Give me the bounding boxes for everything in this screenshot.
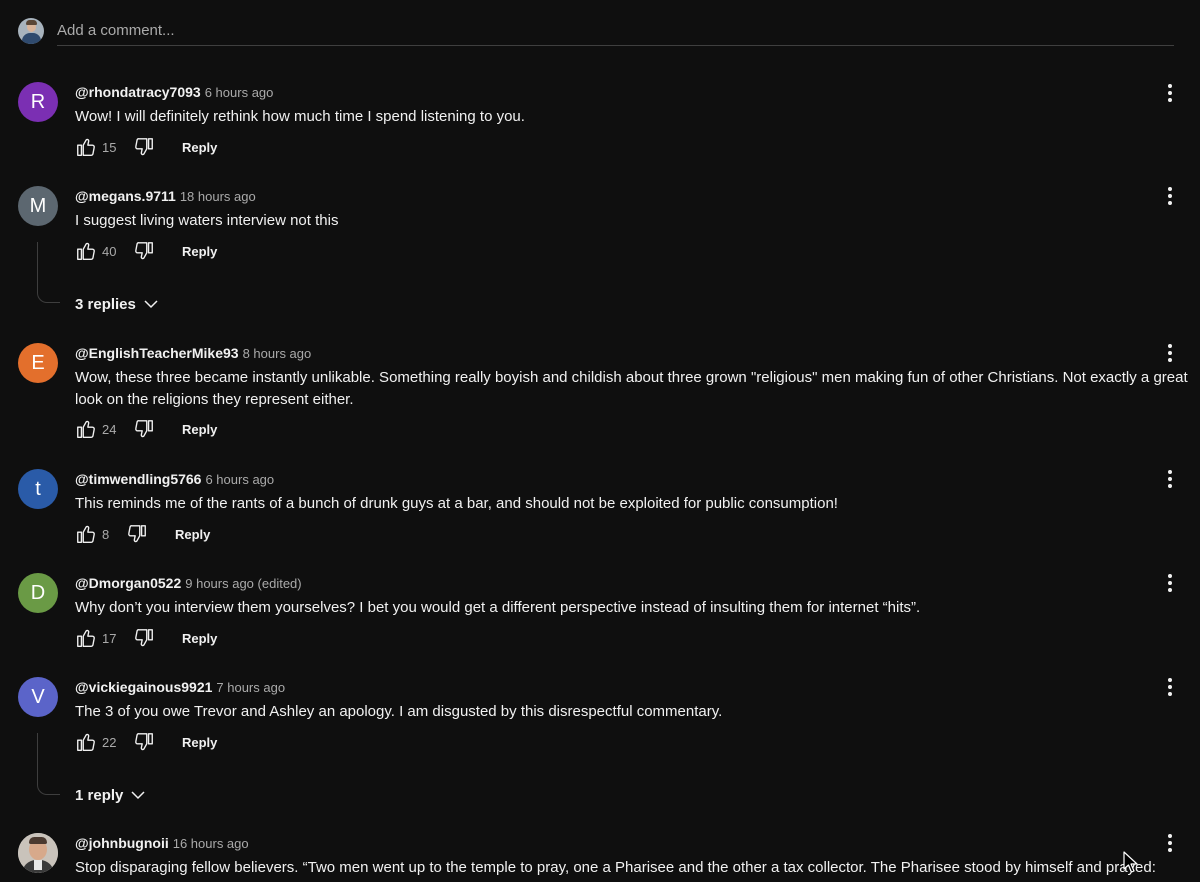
like-button[interactable] — [75, 136, 99, 160]
like-button[interactable] — [75, 240, 99, 264]
like-button[interactable] — [75, 418, 99, 442]
thumbs-down-icon — [135, 732, 153, 750]
thumbs-up-icon — [77, 420, 95, 438]
reply-button[interactable]: Reply — [182, 139, 217, 157]
replies-count-label: 3 replies — [75, 296, 136, 313]
dislike-button[interactable] — [133, 136, 157, 160]
reply-button[interactable]: Reply — [182, 630, 217, 648]
thumbs-down-icon — [128, 524, 146, 542]
comment-time[interactable]: 16 hours ago — [173, 836, 249, 851]
reply-button[interactable]: Reply — [182, 421, 217, 439]
more-actions-button[interactable] — [1158, 675, 1182, 699]
add-comment-bar — [18, 16, 1174, 46]
comment-text: Wow! I will definitely rethink how much … — [75, 108, 525, 125]
like-count: 15 — [102, 139, 117, 155]
replies-count-label: 1 reply — [75, 787, 124, 804]
reply-button[interactable]: Reply — [175, 526, 210, 544]
like-button[interactable] — [75, 731, 99, 755]
thread-connector — [37, 242, 60, 303]
avatar[interactable]: V — [18, 677, 58, 717]
add-comment-input[interactable] — [57, 16, 1174, 46]
avatar[interactable] — [18, 833, 58, 873]
comment-actions: 40 Reply — [75, 240, 1200, 264]
more-vert-icon — [1168, 344, 1172, 362]
comment-actions: 8 Reply — [75, 523, 1200, 547]
more-vert-icon — [1168, 84, 1172, 102]
comment-time[interactable]: 18 hours ago — [180, 189, 256, 204]
dislike-button[interactable] — [133, 731, 157, 755]
avatar[interactable]: t — [18, 469, 58, 509]
comment-time[interactable]: 8 hours ago — [243, 346, 312, 361]
more-actions-button[interactable] — [1158, 184, 1182, 208]
thread-connector — [37, 733, 60, 795]
more-actions-button[interactable] — [1158, 341, 1182, 365]
avatar[interactable]: E — [18, 343, 58, 383]
comment-actions: 22 Reply — [75, 731, 1200, 755]
thumbs-down-icon — [135, 137, 153, 155]
more-actions-button[interactable] — [1158, 467, 1182, 491]
avatar[interactable]: D — [18, 573, 58, 613]
reply-button[interactable]: Reply — [182, 734, 217, 752]
comment-actions: 15 Reply — [75, 136, 1200, 160]
more-actions-button[interactable] — [1158, 571, 1182, 595]
reply-button[interactable]: Reply — [182, 243, 217, 261]
comment-text: I suggest living waters interview not th… — [75, 212, 339, 229]
thumbs-down-icon — [135, 628, 153, 646]
more-vert-icon — [1168, 574, 1172, 592]
view-replies-button[interactable]: 1 reply — [75, 786, 147, 806]
chevron-down-icon — [131, 791, 145, 799]
thumbs-up-icon — [77, 242, 95, 260]
comment-author[interactable]: @rhondatracy7093 — [75, 84, 201, 100]
comment-text: Wow, these three became instantly unlika… — [75, 369, 1188, 408]
comment-time[interactable]: 6 hours ago — [205, 472, 274, 487]
more-vert-icon — [1168, 678, 1172, 696]
comment-actions: 17 Reply — [75, 627, 1200, 651]
comment-author[interactable]: @Dmorgan0522 — [75, 575, 181, 591]
thumbs-up-icon — [77, 138, 95, 156]
more-vert-icon — [1168, 834, 1172, 852]
comments-section: R @rhondatracy7093 6 hours ago Wow! I wil… — [0, 0, 1200, 882]
view-replies-button[interactable]: 3 replies — [75, 295, 160, 315]
comment-time[interactable]: 6 hours ago — [205, 85, 274, 100]
like-count: 24 — [102, 422, 117, 437]
like-count: 22 — [102, 734, 117, 750]
comment-time[interactable]: 9 hours ago (edited) — [185, 576, 301, 591]
chevron-down-icon — [144, 300, 158, 308]
comment-author[interactable]: @EnglishTeacherMike93 — [75, 345, 239, 361]
dislike-button[interactable] — [133, 240, 157, 264]
mouse-cursor-icon — [1123, 851, 1138, 873]
comment-author[interactable]: @megans.9711 — [75, 188, 176, 204]
comment-author[interactable]: @timwendling5766 — [75, 471, 201, 487]
thumbs-down-icon — [135, 241, 153, 259]
comment-actions: 24 Reply — [75, 418, 1200, 442]
more-vert-icon — [1168, 470, 1172, 488]
like-count: 17 — [102, 630, 117, 646]
like-button[interactable] — [75, 523, 99, 547]
like-button[interactable] — [75, 627, 99, 651]
dislike-button[interactable] — [126, 523, 150, 547]
avatar[interactable]: R — [18, 82, 58, 122]
thumbs-up-icon — [77, 525, 95, 543]
user-avatar[interactable] — [18, 18, 44, 44]
more-actions-button[interactable] — [1158, 831, 1182, 855]
comment-text: The 3 of you owe Trevor and Ashley an ap… — [75, 703, 723, 720]
more-vert-icon — [1168, 187, 1172, 205]
comment-text: Stop disparaging fellow believers. “Two … — [75, 859, 1156, 876]
comment-text: Why don’t you interview them yourselves?… — [75, 599, 921, 616]
comment-time[interactable]: 7 hours ago — [216, 680, 285, 695]
more-actions-button[interactable] — [1158, 81, 1182, 105]
comment-author[interactable]: @johnbugnoii — [75, 835, 169, 851]
like-count: 8 — [102, 526, 110, 542]
dislike-button[interactable] — [133, 418, 157, 442]
avatar[interactable]: M — [18, 186, 58, 226]
thumbs-down-icon — [135, 420, 153, 438]
dislike-button[interactable] — [133, 627, 157, 651]
comment-author[interactable]: @vickiegainous9921 — [75, 679, 212, 695]
comment-text: This reminds me of the rants of a bunch … — [75, 495, 838, 512]
thumbs-up-icon — [77, 629, 95, 647]
thumbs-up-icon — [77, 733, 95, 751]
like-count: 40 — [102, 243, 117, 259]
